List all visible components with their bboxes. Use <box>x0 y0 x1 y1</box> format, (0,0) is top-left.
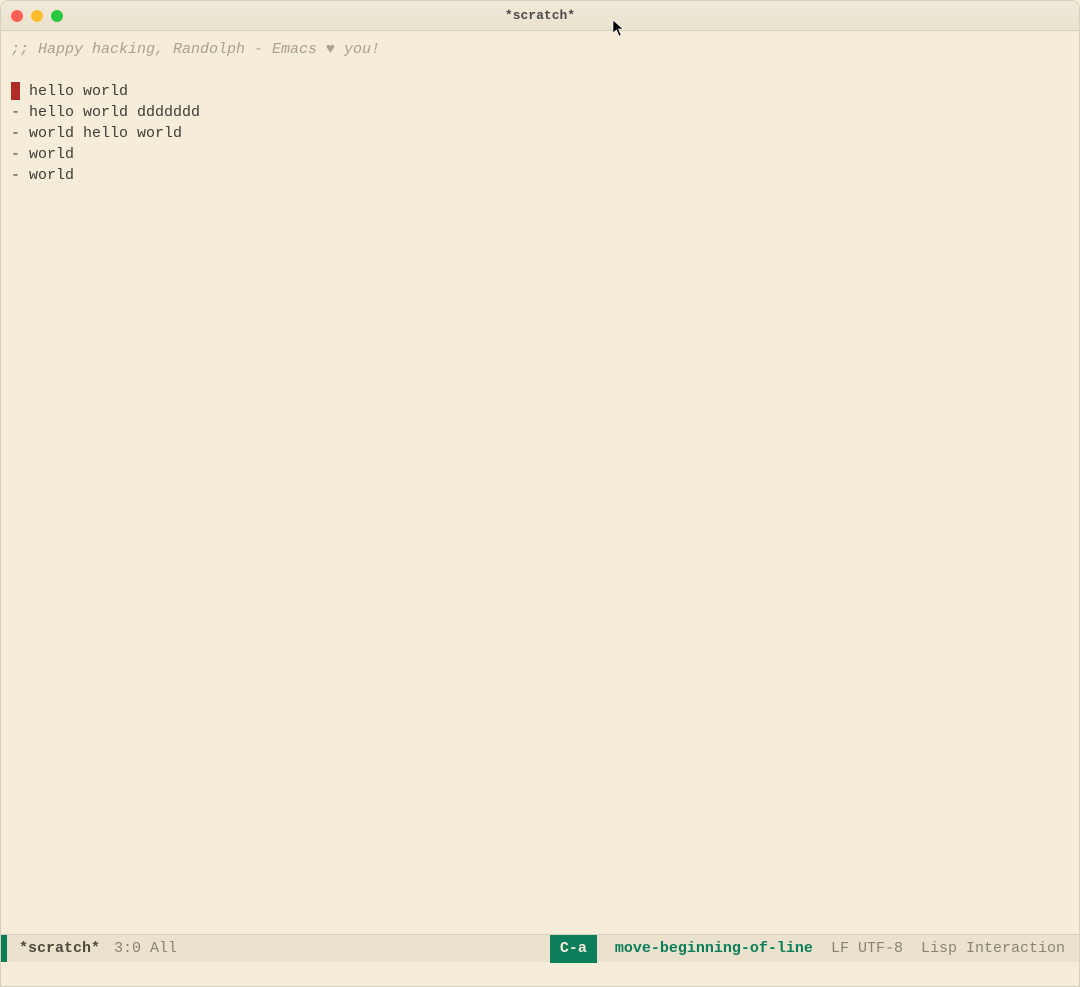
modeline-left: *scratch* 3:0 All <box>7 940 177 957</box>
blank-line <box>11 60 1069 81</box>
modeline-position: 3:0 All <box>114 940 177 957</box>
cursor-position: 3:0 <box>114 940 141 957</box>
minimize-icon[interactable] <box>31 10 43 22</box>
window-title: *scratch* <box>505 8 575 23</box>
maximize-icon[interactable] <box>51 10 63 22</box>
modeline-buffer-name[interactable]: *scratch* <box>19 940 100 957</box>
traffic-lights <box>11 10 63 22</box>
buffer-line: hello world <box>11 81 1069 102</box>
modeline: *scratch* 3:0 All C-a move-beginning-of-… <box>1 934 1079 962</box>
buffer-line: - world <box>11 165 1069 186</box>
titlebar[interactable]: *scratch* <box>1 1 1079 31</box>
keychord-indicator: C-a <box>550 935 597 963</box>
buffer-line: - world hello world <box>11 123 1069 144</box>
buffer-area[interactable]: ;; Happy hacking, Randolph - Emacs ♥ you… <box>1 31 1079 934</box>
buffer-line: - world <box>11 144 1069 165</box>
echo-area[interactable] <box>1 962 1079 986</box>
scratch-comment: ;; Happy hacking, Randolph - Emacs ♥ you… <box>11 39 1069 60</box>
modeline-right: C-a move-beginning-of-line LF UTF-8 Lisp… <box>550 935 1079 963</box>
text-cursor <box>11 82 20 100</box>
close-icon[interactable] <box>11 10 23 22</box>
command-name: move-beginning-of-line <box>615 940 813 957</box>
scroll-indicator: All <box>150 940 177 957</box>
line-text: hello world <box>20 83 128 100</box>
emacs-window: *scratch* ;; Happy hacking, Randolph - E… <box>0 0 1080 987</box>
encoding-indicator[interactable]: LF UTF-8 <box>831 940 903 957</box>
buffer-line: - hello world ddddddd <box>11 102 1069 123</box>
major-mode[interactable]: Lisp Interaction <box>921 940 1065 957</box>
